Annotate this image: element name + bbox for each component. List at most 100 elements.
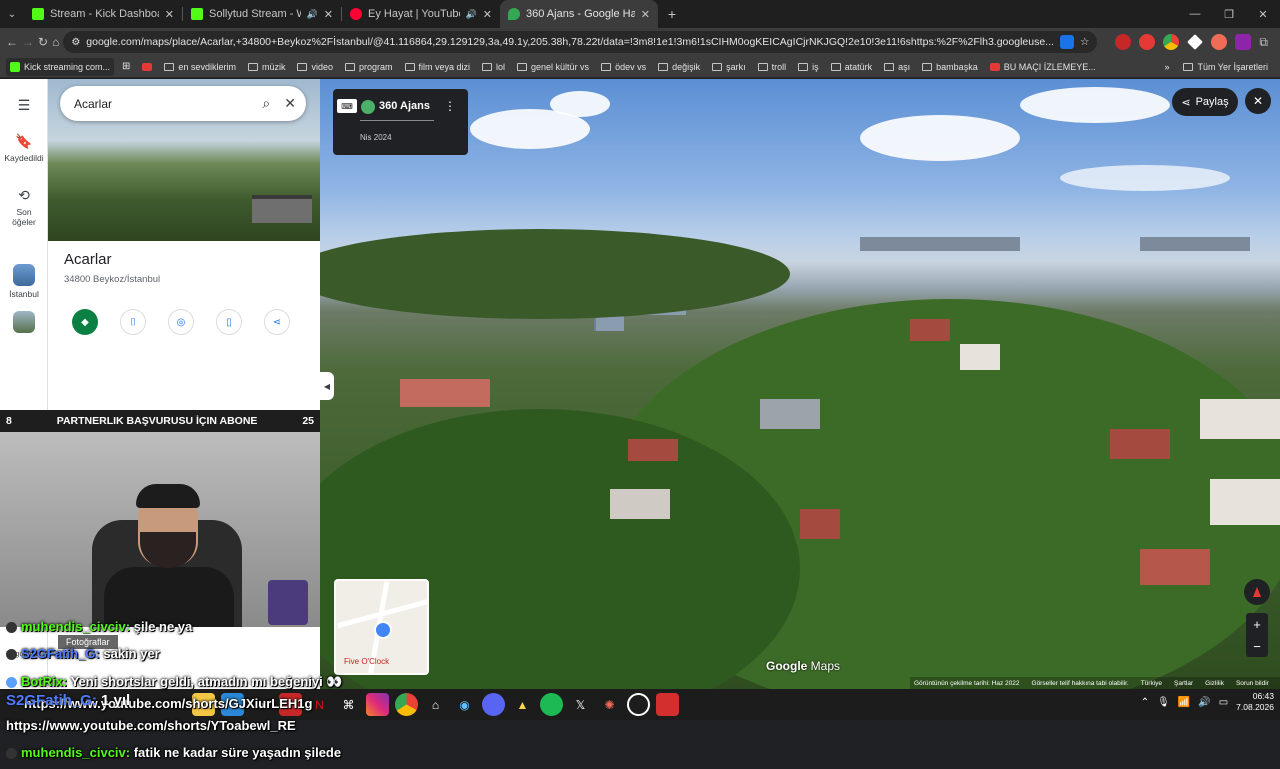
send-to-phone-button[interactable]: ▯ (216, 309, 242, 335)
recent-place-item[interactable] (0, 311, 48, 333)
bookmark-folder[interactable]: genel kültür vs (513, 58, 593, 76)
extension-red-icon[interactable] (1139, 34, 1156, 50)
report-problem-link[interactable]: Sorun bildir (1236, 680, 1269, 687)
obs-icon[interactable] (627, 693, 650, 716)
publisher-name[interactable]: 360 Ajans (379, 100, 430, 112)
reload-button[interactable]: ↻ (38, 31, 48, 53)
folder-icon (712, 62, 723, 71)
house-wall (1200, 399, 1280, 439)
new-tab-button[interactable]: + (658, 0, 686, 28)
bookmark-folder[interactable]: aşı (880, 58, 914, 76)
tab-kick-dashboard[interactable]: Stream - Kick Dashboard ✕ (24, 0, 182, 28)
more-bookmarks-icon[interactable]: » (1164, 62, 1169, 72)
install-app-icon[interactable] (1059, 35, 1074, 49)
extension-star-icon[interactable] (1211, 34, 1228, 50)
share-button[interactable]: ⋖ Paylaş (1172, 88, 1238, 116)
bookmark-folder[interactable]: şarkı (708, 58, 750, 76)
home-button[interactable]: ⌂ (52, 31, 59, 53)
x-icon[interactable]: 𝕏 (569, 693, 592, 716)
volume-icon[interactable]: 🔊 (1198, 697, 1210, 708)
extension-shield-icon[interactable] (1115, 34, 1132, 50)
bookmark-kick[interactable]: Kick streaming com... (6, 57, 115, 76)
keyboard-icon[interactable]: ⌨ (337, 99, 357, 113)
steam-icon[interactable]: ◉ (453, 693, 476, 716)
battery-icon[interactable]: ▭ (1219, 697, 1228, 708)
close-icon[interactable]: ✕ (641, 8, 650, 21)
close-street-view-button[interactable]: ✕ (1245, 88, 1271, 114)
bookmark-folder[interactable]: iş (794, 58, 823, 76)
bookmark-folder[interactable]: müzik (244, 58, 290, 76)
restore-icon[interactable]: ❐ (1212, 0, 1246, 28)
copyright-link[interactable]: Görseller telif hakkına tabi olabilir. (1032, 680, 1129, 687)
close-window-icon[interactable]: ✕ (1246, 0, 1280, 28)
street-view-viewer[interactable]: ⌨ 360 Ajans ⋮ Nis 2024 ⋖ Paylaş ✕ Five O'… (320, 79, 1280, 689)
save-button[interactable]: ⌷ (120, 309, 146, 335)
close-icon[interactable]: ✕ (483, 8, 492, 21)
saved-button[interactable]: 🔖 Kaydedildi (0, 133, 48, 163)
tab-google-maps[interactable]: 360 Ajans - Google Haritalar ✕ (500, 0, 658, 28)
extension-chrome-icon[interactable] (1163, 34, 1180, 50)
bookmark-folder[interactable]: troll (754, 58, 791, 76)
address-bar[interactable]: ⚙ google.com/maps/place/Acarlar,+34800+B… (63, 31, 1098, 53)
all-bookmarks-button[interactable]: Tüm Yer İşaretleri (1179, 58, 1272, 76)
nearby-button[interactable]: ◎ (168, 309, 194, 335)
bookmark-star-icon[interactable]: ☆ (1080, 36, 1089, 48)
recent-istanbul-item[interactable]: İstanbul (0, 264, 48, 299)
discord-icon[interactable] (482, 693, 505, 716)
logo-text: Google (766, 659, 808, 673)
forward-button[interactable]: → (22, 31, 34, 53)
chat-link: https://www.youtube.com/shorts/YToabewl_… (6, 718, 296, 733)
bookmark-folder[interactable]: film veya dizi (401, 58, 475, 76)
more-options-icon[interactable]: ⋮ (444, 99, 456, 113)
close-icon[interactable]: ✕ (165, 8, 174, 21)
folder-icon (344, 62, 355, 71)
spotify-icon[interactable] (540, 693, 563, 716)
tab-search-icon[interactable]: ⌄ (0, 0, 24, 28)
davinci-icon[interactable]: ✺ (598, 693, 621, 716)
compass-button[interactable] (1244, 579, 1270, 605)
extensions-puzzle-icon[interactable]: ⧉ (1259, 35, 1268, 50)
menu-button[interactable]: ☰ (0, 97, 48, 114)
app-red2-icon[interactable] (656, 693, 679, 716)
share-button[interactable]: ⋖ (264, 309, 290, 335)
region-link[interactable]: Türkiye (1141, 680, 1162, 687)
bookmark-youtube[interactable] (138, 58, 156, 76)
extension-purple-icon[interactable] (1235, 34, 1252, 50)
tab-kick-watch-live[interactable]: Sollytud Stream - Watch Live 🔊 ✕ (183, 0, 341, 28)
extension-diamond-icon[interactable] (1187, 34, 1204, 50)
tab-youtube-music[interactable]: Ey Hayat | YouTube Music 🔊 ✕ (342, 0, 500, 28)
zoom-out-button[interactable]: − (1253, 639, 1261, 654)
speaker-icon[interactable]: 🔊 (307, 9, 318, 20)
bot-badge-icon (6, 677, 17, 689)
app-yellow-icon[interactable]: ▲ (511, 693, 534, 716)
bookmark-youtube-video[interactable]: BU MAÇI İZLEMEYE... (986, 58, 1100, 76)
site-info-icon[interactable]: ⚙ (71, 37, 80, 48)
speaker-icon[interactable]: 🔊 (466, 9, 477, 20)
apps-grid-button[interactable]: ⊞ (118, 58, 134, 76)
close-icon[interactable]: ✕ (324, 8, 333, 21)
minimize-icon[interactable]: — (1178, 0, 1212, 28)
back-button[interactable]: ← (6, 31, 18, 53)
bookmark-folder[interactable]: program (341, 58, 397, 76)
privacy-link[interactable]: Gizlilik (1205, 680, 1224, 687)
bookmark-folder[interactable]: ödev vs (597, 58, 650, 76)
divider (360, 120, 434, 121)
bookmark-folder[interactable]: video (293, 58, 337, 76)
tray-expand-icon[interactable]: ⌃ (1141, 697, 1149, 708)
search-input[interactable] (74, 96, 255, 111)
bookmark-folder[interactable]: lol (478, 58, 509, 76)
network-icon[interactable]: 📶 (1178, 697, 1190, 708)
directions-button[interactable]: ◆ (72, 309, 98, 335)
collapse-panel-button[interactable]: ◀ (320, 372, 334, 400)
search-icon[interactable]: ⌕ (262, 95, 270, 112)
clear-search-icon[interactable]: ✕ (284, 95, 296, 112)
terms-link[interactable]: Şartlar (1174, 680, 1193, 687)
recent-button[interactable]: ⟲ Son öğeler (0, 187, 48, 227)
microphone-icon[interactable]: 🎙 (1157, 697, 1170, 708)
bookmark-folder[interactable]: atatürk (827, 58, 877, 76)
bookmark-folder[interactable]: en sevdiklerim (160, 58, 240, 76)
clock[interactable]: 06:43 7.08.2026 (1236, 691, 1274, 713)
bookmark-folder[interactable]: bambaşka (918, 58, 982, 76)
bookmark-folder[interactable]: değişik (654, 58, 704, 76)
zoom-in-button[interactable]: + (1253, 617, 1261, 632)
